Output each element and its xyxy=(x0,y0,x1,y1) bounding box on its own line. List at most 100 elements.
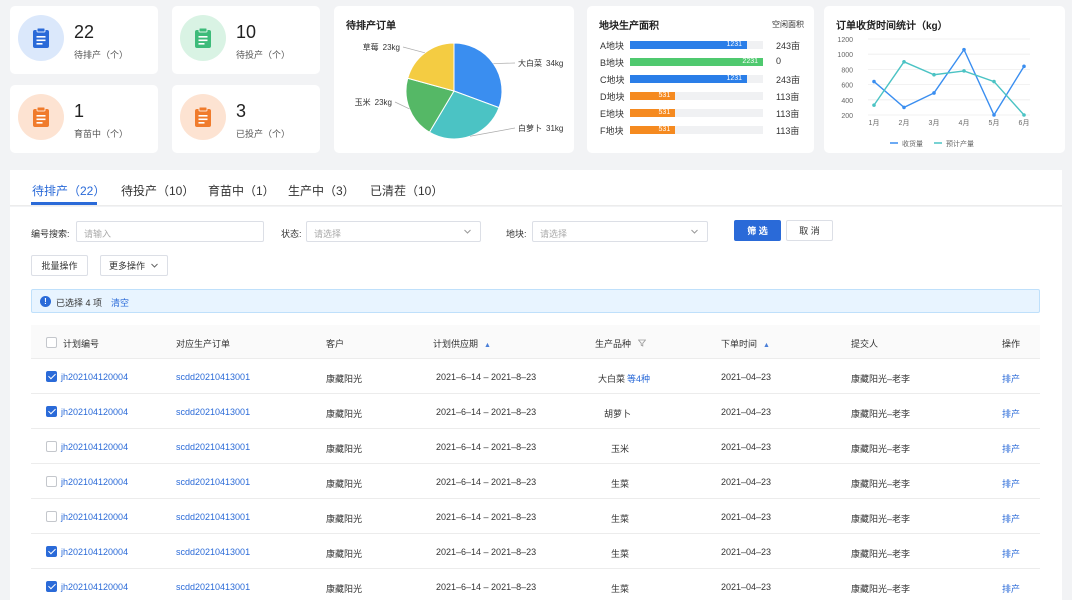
table-header: 计划编号 对应生产订单 客户 计划供应期 ▲ 生产品种 下单时间 ▲ 提交人 操作 xyxy=(31,325,1040,359)
pie-chart: 大白菜 34kg 白萝卜 31kg 玉米 23kg 草莓 23kg xyxy=(355,42,563,140)
batch-operation-button[interactable]: 批量操作 xyxy=(31,255,88,276)
plot-bar-track: 531 xyxy=(630,109,763,117)
plot-bar-track: 2231 xyxy=(630,58,763,66)
order-link[interactable]: scdd20210413001 xyxy=(176,582,250,592)
table-row[interactable]: jh202104120004 scdd20210413001 康藏阳光 2021–6–… xyxy=(31,534,1040,569)
select-all-checkbox[interactable] xyxy=(46,337,57,348)
row-checkbox[interactable] xyxy=(46,546,57,557)
table-row[interactable]: jh202104120004 scdd20210413001 康藏阳光 2021–6–… xyxy=(31,429,1040,464)
order-link[interactable]: scdd20210413001 xyxy=(176,512,250,522)
clipboard-icon xyxy=(33,107,49,127)
status-select[interactable]: 请选择 xyxy=(306,221,481,242)
x-tick-label: 3月 xyxy=(929,119,940,127)
tab-item[interactable]: 生产中（3） xyxy=(288,182,355,199)
table-row[interactable]: jh202104120004 scdd20210413001 康藏阳光 2021–6–… xyxy=(31,499,1040,534)
stat-value: 22 xyxy=(74,22,95,42)
stat-card-pending-schedule[interactable]: 22 待排产（个） xyxy=(10,6,158,74)
variety-name: 大白菜 xyxy=(598,374,626,384)
order-date-cell: 2021–04–23 xyxy=(721,372,772,382)
tab-item[interactable]: 待排产（22） xyxy=(32,182,105,199)
legend-label[interactable]: 预计产量 xyxy=(946,139,974,148)
stat-label: 待排产（个） xyxy=(74,50,129,60)
more-operations-dropdown[interactable]: 更多操作 xyxy=(100,255,168,276)
code-search-input[interactable]: 请输入 xyxy=(76,221,264,242)
order-link[interactable]: scdd20210413001 xyxy=(176,547,250,557)
row-checkbox[interactable] xyxy=(46,511,57,522)
variety-cell: 大白菜 等4种 xyxy=(598,372,650,385)
pie-chart-card: 待排产订单 大白菜 34kg 白萝卜 31kg 玉米 23kg 草莓 23kg xyxy=(334,6,574,153)
order-link[interactable]: scdd20210413001 xyxy=(176,442,250,452)
schedule-action-link[interactable]: 排产 xyxy=(1002,582,1020,595)
plan-code-link[interactable]: jh202104120004 xyxy=(61,372,128,382)
series-point[interactable] xyxy=(992,79,996,84)
filter-button[interactable]: 筛 选 xyxy=(734,220,781,241)
schedule-action-link[interactable]: 排产 xyxy=(1002,512,1020,525)
plan-code-link[interactable]: jh202104120004 xyxy=(61,547,128,557)
stat-card-in-production[interactable]: 3 已投产（个） xyxy=(172,85,320,153)
plan-list-panel: 编号搜索: 请输入 状态: 请选择 地块: 请选择 筛 选 取 消 批量操作 更… xyxy=(10,207,1062,600)
table-row[interactable]: jh202104120004 scdd20210413001 康藏阳光 2021–6–… xyxy=(31,394,1040,429)
table-row[interactable]: jh202104120004 scdd20210413001 康藏阳光 2021–6–… xyxy=(31,359,1040,394)
series-line xyxy=(873,48,1025,117)
plot-area-card: 地块生产面积 空闲面积 A地块 1231 243亩 B地块 2231 0 C地块 1231 24… xyxy=(587,6,814,153)
series-point[interactable] xyxy=(1022,64,1026,69)
series-point[interactable] xyxy=(962,69,966,73)
submitter-cell: 康藏阳光–老李 xyxy=(851,584,911,594)
table-row[interactable]: jh202104120004 scdd20210413001 康藏阳光 2021–6–… xyxy=(31,569,1040,600)
code-search-label: 编号搜索: xyxy=(31,229,70,239)
legend-label[interactable]: 收货量 xyxy=(902,139,923,148)
plot-name: E地块 xyxy=(600,109,625,119)
plan-code-link[interactable]: jh202104120004 xyxy=(61,477,128,487)
stat-card-seedling[interactable]: 1 育苗中（个） xyxy=(10,85,158,153)
series-point[interactable] xyxy=(992,113,996,117)
status-label: 状态: xyxy=(281,229,302,239)
schedule-action-link[interactable]: 排产 xyxy=(1002,547,1020,560)
more-varieties-link[interactable]: 等4种 xyxy=(627,374,650,384)
schedule-action-link[interactable]: 排产 xyxy=(1002,442,1020,455)
series-point[interactable] xyxy=(872,79,876,84)
y-tick-label: 1200 xyxy=(837,37,853,44)
more-operations-label: 更多操作 xyxy=(108,261,145,271)
header-supply-period[interactable]: 计划供应期 ▲ xyxy=(433,337,491,350)
plan-code-link[interactable]: jh202104120004 xyxy=(61,407,128,417)
series-point[interactable] xyxy=(962,47,966,52)
series-point[interactable] xyxy=(932,72,936,77)
plot-idle-area: 0 xyxy=(776,56,782,66)
y-tick-label: 200 xyxy=(841,113,853,120)
row-checkbox[interactable] xyxy=(46,581,57,592)
series-point[interactable] xyxy=(1022,113,1026,117)
schedule-action-link[interactable]: 排产 xyxy=(1002,407,1020,420)
row-checkbox[interactable] xyxy=(46,476,57,487)
series-point[interactable] xyxy=(872,103,876,107)
order-link[interactable]: scdd20210413001 xyxy=(176,372,250,382)
plan-code-link[interactable]: jh202104120004 xyxy=(61,442,128,452)
variety-cell: 生菜 xyxy=(611,547,629,560)
plot-select[interactable]: 请选择 xyxy=(532,221,708,242)
tab-item[interactable]: 待投产（10） xyxy=(121,182,194,199)
tab-item[interactable]: 已清茬（10） xyxy=(370,182,443,199)
order-link[interactable]: scdd20210413001 xyxy=(176,407,250,417)
plan-code-link[interactable]: jh202104120004 xyxy=(61,512,128,522)
clear-selection-link[interactable]: 清空 xyxy=(111,296,129,309)
row-checkbox[interactable] xyxy=(46,371,57,382)
series-point[interactable] xyxy=(902,60,906,64)
order-link[interactable]: scdd20210413001 xyxy=(176,477,250,487)
customer-cell: 康藏阳光 xyxy=(326,444,363,454)
series-point[interactable] xyxy=(902,105,906,110)
header-variety[interactable]: 生产品种 xyxy=(595,337,646,350)
plot-bar-track: 531 xyxy=(630,92,763,100)
plot-bar-value: 1231 xyxy=(726,75,743,82)
stat-card-pending-production[interactable]: 10 待投产（个） xyxy=(172,6,320,74)
row-checkbox[interactable] xyxy=(46,406,57,417)
header-order-date[interactable]: 下单时间 ▲ xyxy=(721,337,770,350)
row-checkbox[interactable] xyxy=(46,441,57,452)
plot-idle-area: 113亩 xyxy=(776,109,800,119)
series-point[interactable] xyxy=(932,91,936,95)
tab-item[interactable]: 育苗中（1） xyxy=(208,182,275,199)
schedule-action-link[interactable]: 排产 xyxy=(1002,372,1020,385)
cancel-button[interactable]: 取 消 xyxy=(786,220,833,241)
schedule-action-link[interactable]: 排产 xyxy=(1002,477,1020,490)
table-row[interactable]: jh202104120004 scdd20210413001 康藏阳光 2021–6–… xyxy=(31,464,1040,499)
clipboard-icon xyxy=(195,28,211,48)
plan-code-link[interactable]: jh202104120004 xyxy=(61,582,128,592)
